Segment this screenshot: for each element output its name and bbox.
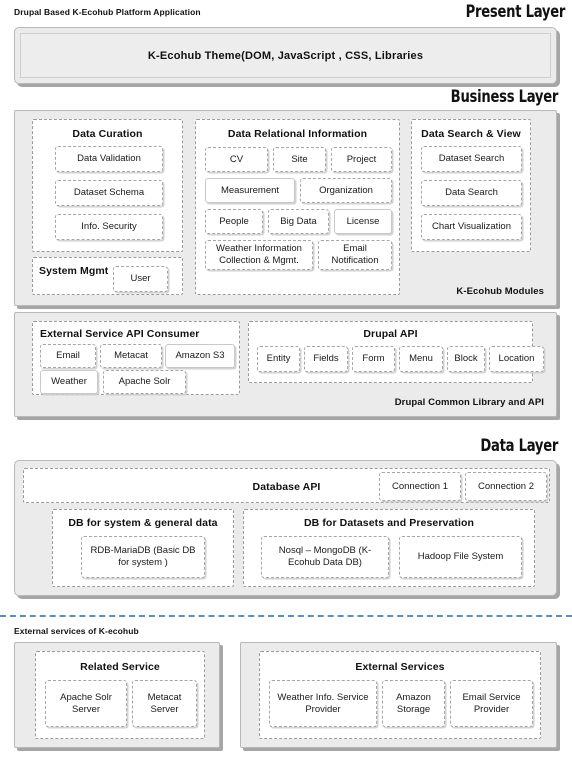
node-connection-1[interactable]: Connection 1: [379, 472, 461, 501]
node-nosql-mongodb[interactable]: Nosql – MongoDB (K-Ecohub Data DB): [261, 536, 389, 578]
node-block[interactable]: Block: [447, 346, 485, 372]
node-menu[interactable]: Menu: [399, 346, 443, 372]
drupal-common-library-shell: External Service API Consumer Email Meta…: [14, 312, 557, 417]
theme-bar: K-Ecohub Theme(DOM, JavaScript , CSS, Li…: [20, 33, 551, 78]
node-rdb-mariadb[interactable]: RDB-MariaDB (Basic DB for system ): [81, 536, 205, 578]
group-db-system: DB for system & general data RDB-MariaDB…: [52, 509, 234, 587]
node-dataset-search[interactable]: Dataset Search: [421, 146, 522, 172]
node-email-service-provider[interactable]: Email Service Provider: [450, 680, 533, 727]
group-title-system-mgmt: System Mgmt: [39, 265, 109, 277]
group-related-service: Related Service Apache Solr Server Metac…: [35, 651, 205, 739]
node-entity[interactable]: Entity: [257, 346, 300, 372]
group-db-datasets: DB for Datasets and Preservation Nosql –…: [243, 509, 535, 587]
node-email-notification[interactable]: Email Notification: [318, 240, 392, 270]
node-cv[interactable]: CV: [205, 147, 268, 172]
tag-drupal-common-library: Drupal Common Library and API: [394, 397, 544, 408]
data-layer-shell: Database API Connection 1 Connection 2 D…: [14, 460, 557, 596]
group-external-service-api-consumer: External Service API Consumer Email Meta…: [32, 321, 240, 395]
group-database-api: Database API Connection 1 Connection 2: [23, 468, 550, 503]
node-user[interactable]: User: [113, 266, 168, 292]
group-title-data-search-view: Data Search & View: [421, 128, 521, 140]
group-title-related-service: Related Service: [80, 661, 160, 673]
node-hadoop-file-system[interactable]: Hadoop File System: [399, 536, 522, 578]
node-data-search[interactable]: Data Search: [421, 180, 522, 206]
group-data-search-view: Data Search & View Dataset Search Data S…: [411, 119, 531, 252]
node-metacat[interactable]: Metacat: [100, 344, 162, 368]
node-weather[interactable]: Weather: [40, 370, 98, 394]
layer-label-data: Data Layer: [480, 436, 559, 456]
node-dataset-schema[interactable]: Dataset Schema: [55, 180, 163, 206]
node-info-security[interactable]: Info. Security: [55, 214, 163, 240]
node-organization[interactable]: Organization: [300, 178, 392, 203]
node-email[interactable]: Email: [40, 344, 96, 368]
section-divider: [0, 615, 572, 617]
node-measurement[interactable]: Measurement: [205, 178, 295, 203]
node-location[interactable]: Location: [489, 346, 544, 372]
node-amazon-storage[interactable]: Amazon Storage: [382, 680, 445, 727]
group-external-services: External Services Weather Info. Service …: [259, 651, 541, 739]
node-connection-2[interactable]: Connection 2: [465, 472, 547, 501]
group-data-relational-information: Data Relational Information CV Site Proj…: [195, 119, 400, 295]
node-apache-solr-server[interactable]: Apache Solr Server: [45, 680, 127, 727]
node-big-data[interactable]: Big Data: [268, 209, 329, 234]
node-data-validation[interactable]: Data Validation: [55, 146, 163, 172]
node-amazon-s3[interactable]: Amazon S3: [165, 344, 235, 368]
group-data-curation: Data Curation Data Validation Dataset Sc…: [32, 119, 183, 252]
group-title-external-services: External Services: [355, 661, 445, 673]
tag-k-ecohub-modules: K-Ecohub Modules: [456, 286, 544, 297]
group-system-mgmt: System Mgmt User: [32, 257, 183, 295]
group-title-db-datasets: DB for Datasets and Preservation: [303, 517, 475, 529]
external-services-caption: External services of K-ecohub: [14, 626, 139, 636]
related-service-shell: Related Service Apache Solr Server Metac…: [14, 642, 220, 748]
node-apache-solr[interactable]: Apache Solr: [103, 370, 186, 394]
node-metacat-server[interactable]: Metacat Server: [132, 680, 197, 727]
group-drupal-api: Drupal API Entity Fields Form Menu Block…: [248, 321, 544, 383]
node-people[interactable]: People: [205, 209, 263, 234]
node-form[interactable]: Form: [352, 346, 395, 372]
node-chart-visualization[interactable]: Chart Visualization: [421, 214, 522, 240]
external-services-shell: External Services Weather Info. Service …: [240, 642, 557, 748]
layer-label-present: Present Layer: [465, 2, 566, 22]
present-layer-header: Drupal Based K-Ecohub Platform Applicati…: [0, 3, 572, 22]
node-project[interactable]: Project: [331, 147, 392, 172]
k-ecohub-modules-shell: Data Curation Data Validation Dataset Sc…: [14, 110, 557, 306]
node-license[interactable]: License: [334, 209, 392, 234]
group-title-drupal-api: Drupal API: [363, 328, 418, 340]
layer-label-business: Business Layer: [450, 87, 559, 107]
node-fields[interactable]: Fields: [304, 346, 348, 372]
group-title-data-curation: Data Curation: [72, 128, 143, 140]
group-title-db-system: DB for system & general data: [68, 517, 218, 529]
present-layer-shell: K-Ecohub Theme(DOM, JavaScript , CSS, Li…: [14, 27, 557, 84]
node-weather-information-collection[interactable]: Weather Information Collection & Mgmt.: [205, 240, 313, 270]
group-title-external-api-consumer: External Service API Consumer: [40, 328, 200, 340]
group-title-data-relational: Data Relational Information: [227, 128, 368, 140]
app-caption: Drupal Based K-Ecohub Platform Applicati…: [14, 7, 201, 17]
node-site[interactable]: Site: [273, 147, 326, 172]
node-weather-info-service-provider[interactable]: Weather Info. Service Provider: [269, 680, 377, 727]
